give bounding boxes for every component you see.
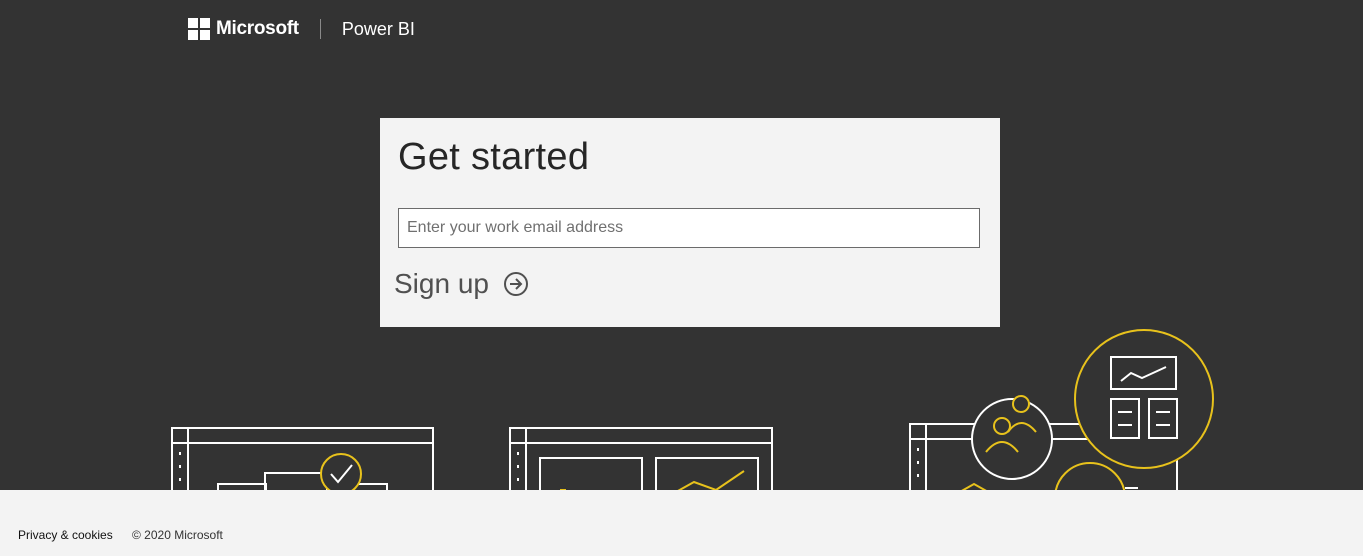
signup-label: Sign up <box>394 268 489 299</box>
users-circle-icon <box>971 395 1053 480</box>
dashboard-check-illustration <box>171 427 434 490</box>
report-chart-illustration <box>509 427 773 490</box>
card-title: Get started <box>398 136 590 178</box>
line-chart-icon <box>677 470 745 490</box>
window-frame-icon <box>171 427 434 490</box>
arrow-right-circle-icon <box>503 272 528 296</box>
check-circle-icon <box>320 453 362 490</box>
signup-card: Get started Sign up <box>380 118 1000 327</box>
privacy-cookies-link[interactable]: Privacy & cookies <box>18 528 113 542</box>
signup-button[interactable]: Sign up <box>394 268 529 300</box>
email-input[interactable] <box>398 208 980 248</box>
team-dashboard-illustration <box>909 329 1214 490</box>
page-footer: Privacy & cookies © 2020 Microsoft <box>0 490 1363 556</box>
dashboard-circle-icon <box>1074 329 1214 469</box>
copyright-text: © 2020 Microsoft <box>132 528 223 542</box>
